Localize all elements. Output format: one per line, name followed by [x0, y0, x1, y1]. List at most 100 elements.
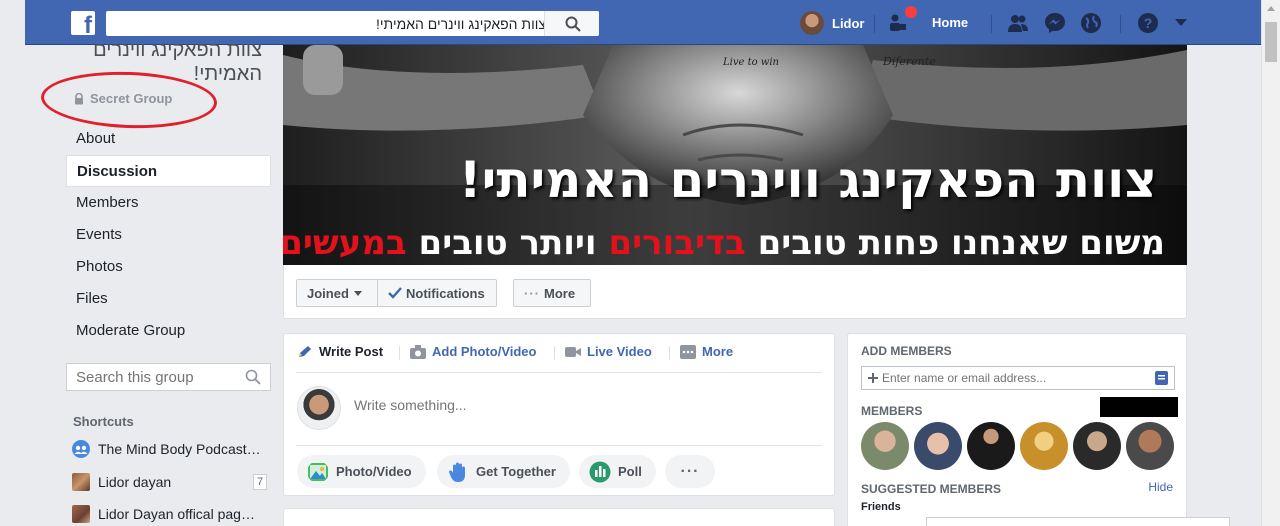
sidebar-item-discussion[interactable]: Discussion — [66, 155, 271, 187]
camera-icon — [410, 344, 426, 359]
shortcut-item[interactable]: Lidor Dayan offical pag… — [72, 504, 267, 524]
video-icon — [565, 346, 581, 357]
more-button[interactable]: ··· More — [513, 279, 591, 307]
cover-photo: Live to win Diferente צוות הפאקינג ווינר… — [283, 45, 1187, 265]
tab-separator — [669, 346, 670, 360]
home-link[interactable]: Home — [932, 15, 968, 30]
more-options-button[interactable]: ··· — [665, 455, 715, 488]
tagline-part: משום שאנחנו פחות טובים — [757, 223, 1165, 263]
tattoo-text: Live to win — [722, 57, 779, 68]
pencil-icon — [299, 345, 311, 357]
more-icon — [680, 344, 696, 359]
shortcut-item[interactable]: The Mind Body Podcast… — [72, 439, 267, 459]
divider — [296, 372, 822, 373]
sidebar-item-events[interactable]: Events — [66, 219, 271, 251]
global-search-input[interactable] — [112, 14, 546, 33]
account-menu-chevron-down-icon[interactable] — [1174, 16, 1188, 28]
tab-add-photo-video[interactable]: Add Photo/Video — [410, 344, 536, 359]
group-sidebar-nav: About Discussion Members Events Photos F… — [66, 123, 271, 347]
member-avatar[interactable] — [1020, 422, 1068, 470]
get-together-button[interactable]: Get Together — [437, 455, 570, 488]
sidebar-item-photos[interactable]: Photos — [66, 251, 271, 283]
pill-label: Photo/Video — [336, 464, 412, 479]
checkmark-icon — [388, 287, 402, 299]
member-avatar[interactable] — [1073, 422, 1121, 470]
sidebar-item-files[interactable]: Files — [66, 283, 271, 315]
add-member-input[interactable] — [882, 371, 1142, 385]
feed-card — [283, 508, 835, 526]
shortcut-label: Lidor dayan — [98, 474, 172, 490]
address-book-icon[interactable] — [1155, 371, 1168, 385]
profile-name: Lidor — [832, 15, 865, 31]
plus-icon — [868, 373, 878, 383]
member-avatar[interactable] — [914, 422, 962, 470]
joined-button[interactable]: Joined — [296, 279, 378, 307]
more-dots-icon: ··· — [524, 285, 540, 301]
svg-text:?: ? — [1144, 15, 1153, 31]
tab-label: Add Photo/Video — [432, 344, 537, 359]
notification-badge — [905, 6, 917, 18]
shortcut-item[interactable]: Lidor dayan 7 — [72, 472, 267, 492]
more-label: More — [544, 285, 576, 301]
profile-link[interactable]: Lidor — [800, 11, 865, 35]
write-post-input[interactable] — [354, 397, 794, 413]
member-avatar[interactable] — [1126, 422, 1174, 470]
scroll-up-arrow-icon[interactable] — [1267, 6, 1275, 11]
group-search — [66, 363, 271, 391]
pill-label: Get Together — [476, 464, 556, 479]
tab-separator — [554, 346, 555, 360]
search-icon[interactable] — [245, 369, 261, 385]
hide-suggestions-link[interactable]: Hide — [1148, 480, 1173, 494]
joined-label: Joined — [307, 285, 349, 301]
search-icon — [565, 16, 581, 32]
poll-button[interactable]: Poll — [579, 455, 656, 488]
tab-label: More — [702, 344, 734, 359]
shortcut-count-badge: 7 — [253, 474, 267, 490]
sidebar-item-members[interactable]: Members — [66, 187, 271, 219]
scroll-thumb[interactable] — [1265, 22, 1277, 62]
members-heading: MEMBERS — [861, 404, 923, 418]
page-scrollbar[interactable] — [1261, 0, 1280, 526]
photo-video-button[interactable]: Photo/Video — [297, 455, 426, 488]
add-member-field[interactable] — [861, 366, 1175, 390]
sidebar-item-moderate-group[interactable]: Moderate Group — [66, 315, 271, 347]
members-card: ADD MEMBERS MEMBERS SUGGESTED MEMBERS Hi… — [847, 333, 1187, 526]
search-button[interactable] — [544, 11, 599, 36]
suggested-members-heading: SUGGESTED MEMBERS — [861, 482, 1002, 496]
tagline-part-highlight: בדיבורים — [608, 223, 746, 263]
avatar — [297, 386, 341, 430]
shortcuts-heading: Shortcuts — [73, 414, 134, 429]
tagline-part-highlight: במעשים! — [283, 223, 407, 263]
divider — [991, 15, 992, 33]
facebook-logo-icon[interactable]: f — [71, 11, 95, 38]
tab-write-post[interactable]: Write Post — [297, 344, 383, 359]
divider — [1120, 15, 1121, 33]
sidebar-item-about[interactable]: About — [66, 123, 271, 155]
tattoo-text: Diferente — [882, 55, 936, 68]
divider — [874, 15, 875, 33]
hand-icon — [449, 462, 465, 482]
friend-requests-icon[interactable] — [1007, 12, 1029, 34]
tab-live-video[interactable]: Live Video — [565, 344, 652, 359]
tab-separator — [399, 346, 400, 360]
messenger-icon[interactable] — [1044, 12, 1066, 34]
notifications-button[interactable]: Notifications — [377, 279, 497, 307]
chat-tab[interactable] — [926, 517, 1230, 526]
cover-headline: צוות הפאקינג ווינרים האמיתי! — [458, 151, 1157, 209]
page-thumb-icon — [72, 505, 90, 523]
global-search — [106, 11, 599, 36]
group-search-input[interactable] — [67, 364, 237, 390]
divider — [296, 445, 822, 446]
member-avatar[interactable] — [967, 422, 1015, 470]
tab-label: Write Post — [319, 344, 384, 359]
shortcut-label: The Mind Body Podcast… — [98, 441, 261, 457]
post-composer: Write Post Add Photo/Video Live Video Mo… — [283, 333, 835, 496]
globe-notifications-icon[interactable] — [1080, 12, 1102, 34]
tab-more[interactable]: More — [680, 344, 733, 359]
member-avatar[interactable] — [861, 422, 909, 470]
profile-thumb-icon — [72, 473, 90, 491]
friends-label: Friends — [861, 501, 901, 513]
group-icon — [72, 440, 90, 458]
help-icon[interactable]: ? — [1137, 12, 1159, 34]
caret-down-icon — [353, 291, 362, 296]
